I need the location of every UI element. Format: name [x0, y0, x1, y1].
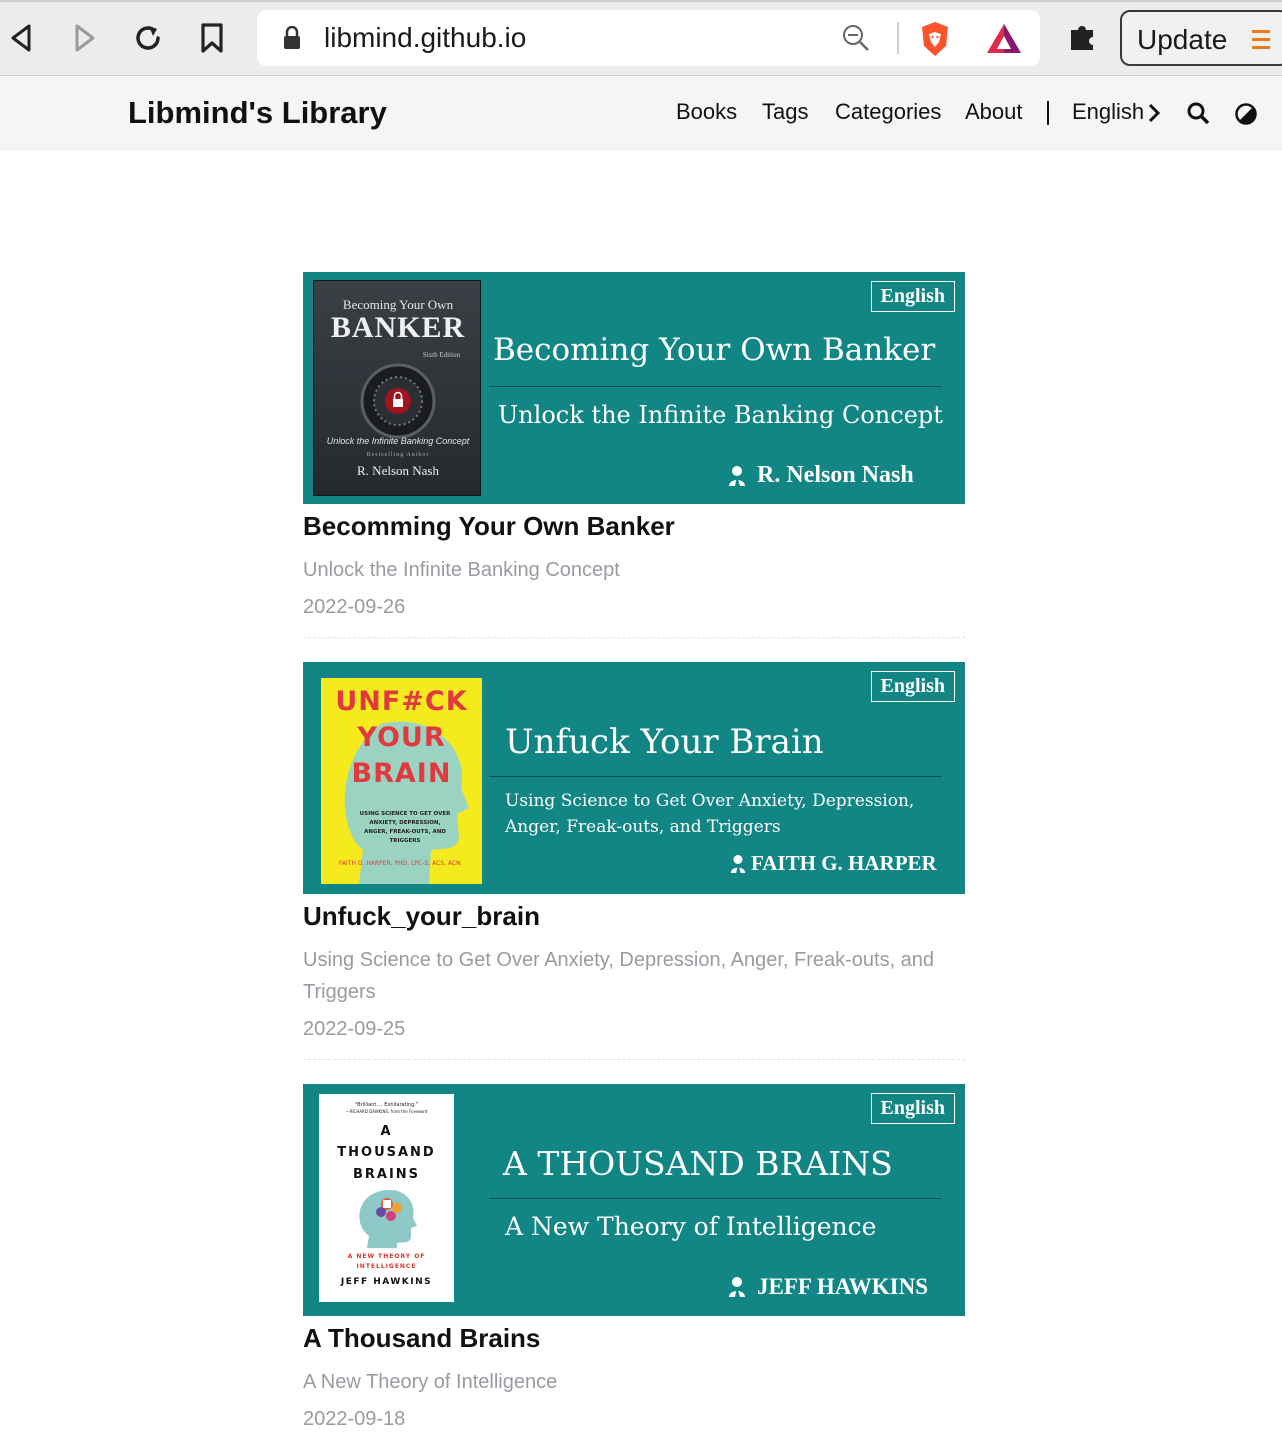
language-badge: English: [870, 281, 955, 312]
cover-title: Unfuck Your Brain: [505, 722, 824, 762]
head-puzzle-icon: [359, 1189, 417, 1248]
book-cover-text: A NEW THEORY OF INTELLIGENCE: [347, 1253, 426, 1270]
post-date: 2022-09-18: [303, 1408, 406, 1430]
book-cover-text: BRAIN: [351, 758, 452, 789]
author-icon: [729, 465, 745, 486]
post-divider: [303, 1059, 965, 1060]
book-cover-text: JEFF HAWKINS: [340, 1277, 433, 1287]
nav-books[interactable]: Books: [676, 99, 737, 125]
browser-toolbar: libmind.github.io Update: [0, 0, 1282, 76]
post-card: Becoming Your Own BANKER Sixth Edition U…: [303, 272, 965, 619]
nav-divider: [1047, 101, 1049, 125]
post-card: UNF#CK YOUR BRAIN USING SCIENCE TO GET O…: [303, 662, 965, 1041]
site-title[interactable]: Libmind's Library: [128, 95, 387, 131]
cover-title: A THOUSAND BRAINS: [503, 1144, 893, 1183]
book-cover-text: USING SCIENCE TO GET OVER ANXIETY, DEPRE…: [359, 811, 451, 844]
zoom-out-icon[interactable]: [841, 23, 871, 53]
address-bar-separator: [897, 22, 899, 54]
post-subtitle: Using Science to Get Over Anxiety, Depre…: [303, 949, 935, 1003]
update-button-label: Update: [1137, 24, 1228, 55]
extensions-icon[interactable]: [1065, 18, 1101, 54]
book-cover-text: "Brilliant.... Exhilarating.": [354, 1102, 419, 1108]
safe-dial-icon: [360, 363, 436, 439]
book-cover-text: Bestselling Author: [366, 452, 430, 458]
lock-icon: [284, 26, 300, 49]
post-cover[interactable]: Becoming Your Own BANKER Sixth Edition U…: [303, 272, 965, 504]
cover-author: FAITH G. HARPER: [729, 851, 937, 876]
chevron-right-icon[interactable]: [1147, 103, 1161, 123]
book-cover-image: UNF#CK YOUR BRAIN USING SCIENCE TO GET O…: [321, 678, 482, 884]
bookmark-icon: [201, 23, 223, 53]
post-divider: [303, 637, 965, 638]
book-cover-text: THOUSAND: [337, 1145, 436, 1160]
cover-author-name: FAITH G. HARPER: [751, 851, 937, 875]
nav-tags[interactable]: Tags: [762, 99, 808, 125]
cover-divider: [489, 1198, 941, 1199]
book-cover-image: "Brilliant.... Exhilarating." —RICHARD D…: [319, 1094, 454, 1302]
language-switch[interactable]: English: [1072, 99, 1144, 125]
cover-subtitle: Unlock the Infinite Banking Concept: [498, 401, 943, 429]
book-cover-text: —RICHARD DAWKINS, from the Foreword: [345, 1109, 428, 1114]
book-cover-text: FAITH G. HARPER, PHD, LPC-S, ACS, ACN: [339, 860, 461, 867]
post-date: 2022-09-26: [303, 596, 406, 618]
bookmark-button[interactable]: [192, 18, 232, 58]
book-cover-text: BRAINS: [352, 1167, 421, 1182]
post-cover[interactable]: "Brilliant.... Exhilarating." —RICHARD D…: [303, 1084, 965, 1316]
nav-categories[interactable]: Categories: [835, 99, 941, 125]
cover-author: R. Nelson Nash: [727, 462, 914, 489]
forward-icon: [75, 24, 95, 52]
back-icon: [11, 24, 31, 52]
post-subtitle: Unlock the Infinite Banking Concept: [303, 559, 620, 581]
reload-icon: [136, 26, 160, 50]
update-button[interactable]: Update: [1120, 10, 1282, 66]
cover-divider: [489, 386, 941, 387]
book-cover-text: R. Nelson Nash: [357, 463, 439, 478]
book-cover-text: BANKER: [330, 311, 466, 344]
nav-about[interactable]: About: [965, 99, 1023, 125]
cover-subtitle: Using Science to Get Over Anxiety, Depre…: [505, 791, 915, 837]
brave-shields-icon[interactable]: [917, 20, 953, 58]
post-cover[interactable]: UNF#CK YOUR BRAIN USING SCIENCE TO GET O…: [303, 662, 965, 894]
book-cover-text: YOUR: [357, 722, 446, 753]
book-cover-text: UNF#CK: [335, 686, 468, 717]
brave-rewards-icon[interactable]: [985, 22, 1023, 56]
cover-author-name: R. Nelson Nash: [757, 462, 914, 488]
post-title[interactable]: Unfuck_your_brain: [303, 901, 965, 932]
post-card: "Brilliant.... Exhilarating." —RICHARD D…: [303, 1084, 965, 1431]
book-cover-text: A: [380, 1124, 393, 1139]
back-button[interactable]: [2, 18, 42, 58]
post-date: 2022-09-25: [303, 1018, 406, 1040]
tab-strip-edge: [0, 0, 1282, 2]
cover-title: Becoming Your Own Banker: [493, 332, 936, 368]
post-title[interactable]: A Thousand Brains: [303, 1323, 965, 1354]
search-icon[interactable]: [1186, 101, 1210, 125]
author-icon: [729, 1277, 745, 1297]
book-cover-image: Becoming Your Own BANKER Sixth Edition U…: [313, 280, 481, 496]
cover-author: JEFF HAWKINS: [727, 1274, 928, 1300]
reload-button[interactable]: [128, 18, 168, 58]
menu-icon: [1252, 30, 1270, 49]
author-icon: [730, 854, 746, 873]
post-title[interactable]: Becomming Your Own Banker: [303, 511, 965, 542]
site-header: Libmind's Library Books Tags Categories …: [0, 77, 1282, 151]
forward-button[interactable]: [64, 18, 104, 58]
address-bar[interactable]: libmind.github.io: [257, 10, 1040, 66]
cover-divider: [489, 776, 941, 777]
cover-author-name: JEFF HAWKINS: [757, 1274, 929, 1299]
book-cover-text: Sixth Edition: [422, 351, 460, 359]
theme-toggle-icon[interactable]: [1234, 102, 1258, 126]
book-cover-text: Unlock the Infinite Banking Concept: [326, 436, 470, 446]
language-badge: English: [870, 671, 955, 702]
language-badge: English: [870, 1093, 955, 1124]
url-text: libmind.github.io: [324, 22, 527, 53]
cover-subtitle: A New Theory of Intelligence: [505, 1212, 877, 1241]
post-subtitle: A New Theory of Intelligence: [303, 1371, 558, 1393]
